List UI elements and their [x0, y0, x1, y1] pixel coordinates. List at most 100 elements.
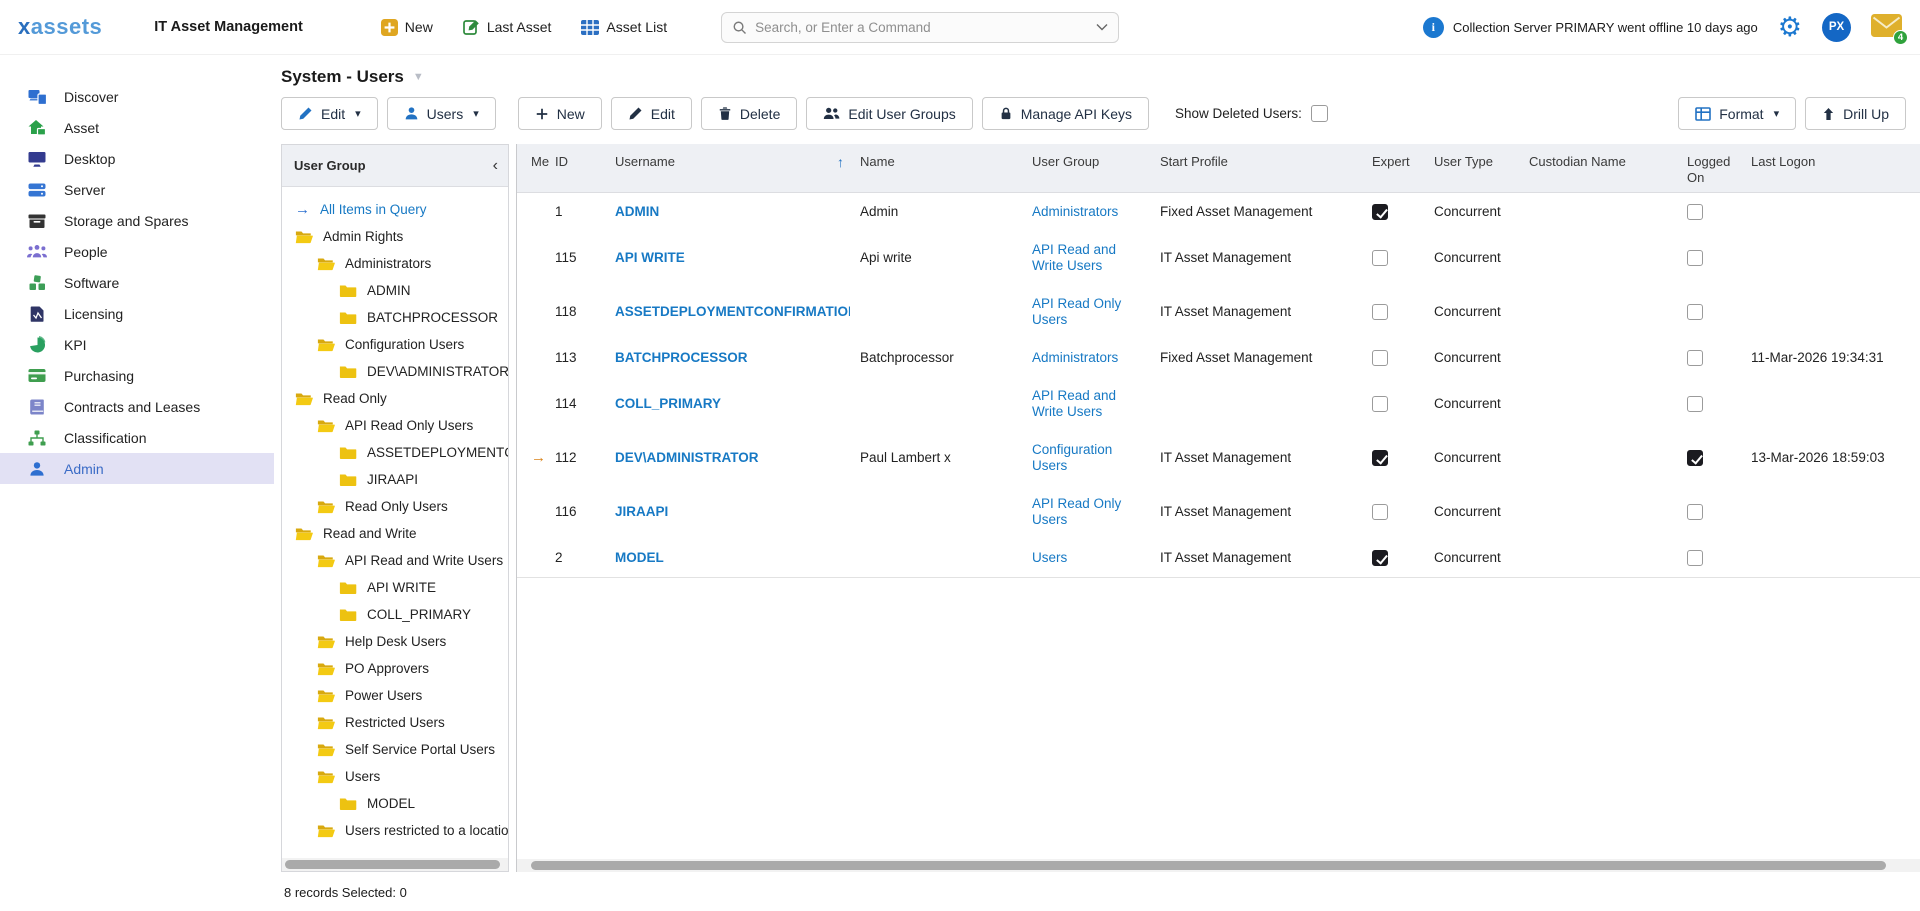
logged-on-checkbox[interactable] — [1687, 304, 1703, 320]
user-group-link[interactable]: API Read and Write Users — [1032, 388, 1116, 419]
chevron-down-icon[interactable] — [1096, 23, 1108, 31]
username-link[interactable]: MODEL — [615, 550, 664, 566]
logged-on-checkbox[interactable] — [1687, 350, 1703, 366]
table-row[interactable]: 115 API WRITE Api write API Read and Wri… — [517, 231, 1920, 285]
mail-icon[interactable]: 4 — [1871, 14, 1902, 40]
sidebar-item-asset[interactable]: Asset — [0, 112, 274, 143]
table-row[interactable]: 116 JIRAAPI API Read Only Users IT Asset… — [517, 485, 1920, 539]
sidebar-item-discover[interactable]: Discover — [0, 81, 274, 112]
table-scrollbar[interactable] — [517, 859, 1920, 872]
username-link[interactable]: COLL_PRIMARY — [615, 396, 721, 412]
user-group-link[interactable]: Administrators — [1032, 204, 1118, 219]
expert-checkbox[interactable] — [1372, 450, 1388, 466]
users-dropdown[interactable]: Users▾ — [387, 97, 496, 130]
tree-item[interactable]: MODEL — [282, 790, 508, 817]
page-title-chevron-icon[interactable]: ▼ — [413, 71, 424, 83]
column-header-last-logon[interactable]: Last Logon — [1751, 144, 1920, 192]
user-group-link[interactable]: Administrators — [1032, 350, 1118, 365]
tree-item[interactable]: JIRAAPI — [282, 466, 508, 493]
logged-on-checkbox[interactable] — [1687, 504, 1703, 520]
column-header-expert[interactable]: Expert — [1372, 144, 1434, 192]
expert-checkbox[interactable] — [1372, 250, 1388, 266]
gear-icon[interactable]: ⚙ — [1778, 14, 1802, 41]
table-scrollbar-thumb[interactable] — [531, 861, 1886, 870]
collapse-panel-icon[interactable]: ‹ — [493, 157, 498, 175]
format-dropdown[interactable]: Format▾ — [1678, 97, 1796, 130]
sidebar-item-software[interactable]: Software — [0, 267, 274, 298]
tree-item[interactable]: API WRITE — [282, 574, 508, 601]
logged-on-checkbox[interactable] — [1687, 396, 1703, 412]
table-row[interactable]: 118 ASSETDEPLOYMENTCONFIRMATIONACC API R… — [517, 285, 1920, 339]
tree-item[interactable]: PO Approvers — [282, 655, 508, 682]
table-row[interactable]: 114 COLL_PRIMARY API Read and Write User… — [517, 377, 1920, 431]
expert-checkbox[interactable] — [1372, 304, 1388, 320]
user-group-link[interactable]: API Read Only Users — [1032, 296, 1121, 327]
user-group-link[interactable]: Configuration Users — [1032, 442, 1112, 473]
tree-item[interactable]: Self Service Portal Users — [282, 736, 508, 763]
sidebar-item-contracts-and-leases[interactable]: Contracts and Leases — [0, 391, 274, 422]
tree-item[interactable]: Admin Rights — [282, 223, 508, 250]
username-link[interactable]: ADMIN — [615, 204, 659, 220]
sort-ascending-icon[interactable]: ↑ — [837, 154, 850, 170]
column-header-user-type[interactable]: User Type — [1434, 144, 1529, 192]
tree-item[interactable]: API Read Only Users — [282, 412, 508, 439]
expert-checkbox[interactable] — [1372, 550, 1388, 566]
tree-item[interactable]: Users restricted to a location — [282, 817, 508, 844]
column-header-id[interactable]: ID — [555, 144, 615, 192]
username-link[interactable]: BATCHPROCESSOR — [615, 350, 748, 366]
tree-item[interactable]: DEV\ADMINISTRATOR — [282, 358, 508, 385]
manage-api-keys-button[interactable]: Manage API Keys — [982, 97, 1149, 130]
column-header-me[interactable]: Me — [517, 144, 555, 192]
tree-scrollbar[interactable] — [282, 858, 508, 871]
show-deleted-users-checkbox[interactable] — [1311, 105, 1328, 122]
avatar[interactable]: PX — [1822, 13, 1851, 42]
tree-item[interactable]: ADMIN — [282, 277, 508, 304]
search-input[interactable] — [755, 20, 1088, 35]
column-header-user-group[interactable]: User Group — [1032, 144, 1160, 192]
quick-action-new[interactable]: New — [381, 19, 433, 36]
expert-checkbox[interactable] — [1372, 204, 1388, 220]
tree-item[interactable]: BATCHPROCESSOR — [282, 304, 508, 331]
table-row[interactable]: 1 ADMIN Admin Administrators Fixed Asset… — [517, 193, 1920, 231]
tree-item[interactable]: COLL_PRIMARY — [282, 601, 508, 628]
new-button[interactable]: New — [518, 97, 602, 130]
column-header-custodian-name[interactable]: Custodian Name — [1529, 144, 1687, 192]
table-row[interactable]: 113 BATCHPROCESSOR Batchprocessor Admini… — [517, 339, 1920, 377]
sidebar-item-kpi[interactable]: KPI — [0, 329, 274, 360]
quick-action-asset-list[interactable]: Asset List — [581, 19, 667, 35]
tree-item[interactable]: Read Only Users — [282, 493, 508, 520]
tree-scrollbar-thumb[interactable] — [285, 860, 500, 869]
user-group-link[interactable]: API Read Only Users — [1032, 496, 1121, 527]
username-link[interactable]: DEV\ADMINISTRATOR — [615, 450, 759, 466]
username-link[interactable]: API WRITE — [615, 250, 685, 266]
tree-item[interactable]: Power Users — [282, 682, 508, 709]
quick-action-last-asset[interactable]: Last Asset — [463, 19, 552, 36]
tree-item[interactable]: Help Desk Users — [282, 628, 508, 655]
edit-button[interactable]: Edit — [611, 97, 692, 130]
tree-item[interactable]: Users — [282, 763, 508, 790]
table-row[interactable]: 2 MODEL Users IT Asset Management Concur… — [517, 539, 1920, 578]
tree-item[interactable]: Read Only — [282, 385, 508, 412]
expert-checkbox[interactable] — [1372, 396, 1388, 412]
column-header-username[interactable]: Username↑ — [615, 144, 860, 192]
table-row[interactable]: → 112 DEV\ADMINISTRATOR Paul Lambert x C… — [517, 431, 1920, 485]
brand-logo[interactable]: xassets — [18, 14, 102, 40]
tree-item[interactable]: Configuration Users — [282, 331, 508, 358]
edit-dropdown[interactable]: Edit▾ — [281, 97, 378, 130]
expert-checkbox[interactable] — [1372, 350, 1388, 366]
sidebar-item-licensing[interactable]: Licensing — [0, 298, 274, 329]
column-header-logged-on[interactable]: Logged On — [1687, 144, 1751, 192]
sidebar-item-purchasing[interactable]: Purchasing — [0, 360, 274, 391]
sidebar-item-people[interactable]: People — [0, 236, 274, 267]
sidebar-item-server[interactable]: Server — [0, 174, 274, 205]
column-header-name[interactable]: Name — [860, 144, 1032, 192]
tree-item[interactable]: Administrators — [282, 250, 508, 277]
username-link[interactable]: ASSETDEPLOYMENTCONFIRMATIONACC — [615, 304, 850, 320]
delete-button[interactable]: Delete — [701, 97, 797, 130]
sidebar-item-storage-and-spares[interactable]: Storage and Spares — [0, 205, 274, 236]
sidebar-item-admin[interactable]: Admin — [0, 453, 274, 484]
logged-on-checkbox[interactable] — [1687, 450, 1703, 466]
user-group-link[interactable]: Users — [1032, 550, 1067, 565]
expert-checkbox[interactable] — [1372, 504, 1388, 520]
edit-user-groups-button[interactable]: Edit User Groups — [806, 97, 972, 130]
